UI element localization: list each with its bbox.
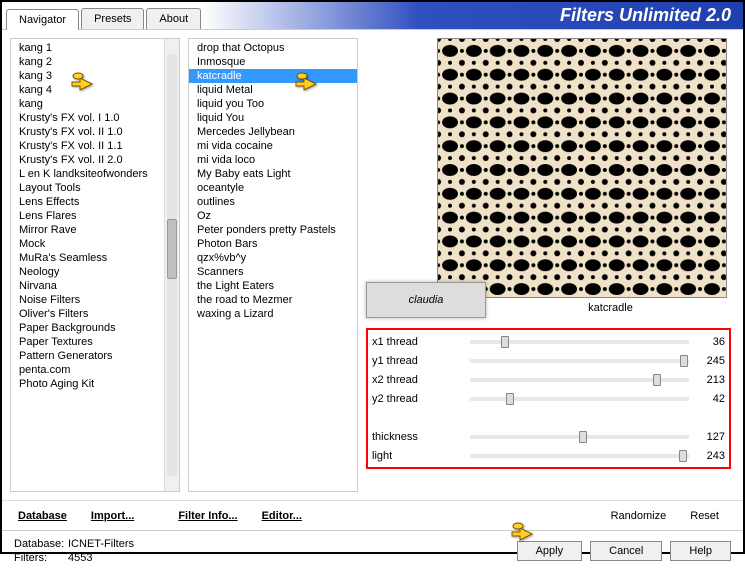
footer-info: Database:ICNET-Filters Filters:4553 bbox=[14, 537, 134, 565]
navigator-item[interactable]: Noise Filters bbox=[11, 293, 179, 307]
param-row: y2 thread 42 bbox=[372, 389, 725, 408]
navigator-item[interactable]: Nirvana bbox=[11, 279, 179, 293]
main-area: kang 1kang 2kang 3kang 4kangKrusty's FX … bbox=[2, 30, 743, 500]
filter-item[interactable]: Oz bbox=[189, 209, 357, 223]
param-label: thickness bbox=[372, 431, 462, 443]
param-value: 245 bbox=[697, 355, 725, 367]
filter-item[interactable]: My Baby eats Light bbox=[189, 167, 357, 181]
reset-link[interactable]: Reset bbox=[690, 510, 719, 522]
navigator-item[interactable]: Lens Flares bbox=[11, 209, 179, 223]
filter-item[interactable]: Peter ponders pretty Pastels bbox=[189, 223, 357, 237]
filter-item[interactable]: the road to Mezmer bbox=[189, 293, 357, 307]
navigator-item[interactable]: Krusty's FX vol. II 1.1 bbox=[11, 139, 179, 153]
current-filter-label: katcradle bbox=[486, 300, 735, 316]
navigator-item[interactable]: Paper Backgrounds bbox=[11, 321, 179, 335]
navigator-item[interactable]: Layout Tools bbox=[11, 181, 179, 195]
navigator-list[interactable]: kang 1kang 2kang 3kang 4kangKrusty's FX … bbox=[10, 38, 180, 492]
filter-item[interactable]: drop that Octopus bbox=[189, 41, 357, 55]
param-slider[interactable] bbox=[470, 378, 689, 382]
navigator-item[interactable]: Mock bbox=[11, 237, 179, 251]
filter-item[interactable]: waxing a Lizard bbox=[189, 307, 357, 321]
tab-presets[interactable]: Presets bbox=[81, 8, 144, 29]
param-slider[interactable] bbox=[470, 454, 689, 458]
navigator-item[interactable]: MuRa's Seamless bbox=[11, 251, 179, 265]
navigator-item[interactable]: L en K landksiteofwonders bbox=[11, 167, 179, 181]
filter-item[interactable]: the Light Eaters bbox=[189, 279, 357, 293]
navigator-item[interactable]: Pattern Generators bbox=[11, 349, 179, 363]
param-row: thickness 127 bbox=[372, 427, 725, 446]
filter-item[interactable]: Photon Bars bbox=[189, 237, 357, 251]
filter-item[interactable]: mi vida cocaine bbox=[189, 139, 357, 153]
param-row: light 243 bbox=[372, 446, 725, 465]
param-slider[interactable] bbox=[470, 397, 689, 401]
param-row: y1 thread 245 bbox=[372, 351, 725, 370]
navigator-item[interactable]: Krusty's FX vol. II 2.0 bbox=[11, 153, 179, 167]
filter-item[interactable]: liquid Metal bbox=[189, 83, 357, 97]
filter-item[interactable]: Inmosque bbox=[189, 55, 357, 69]
filter-item[interactable]: mi vida loco bbox=[189, 153, 357, 167]
param-slider[interactable] bbox=[470, 435, 689, 439]
filter-item[interactable]: katcradle bbox=[189, 69, 357, 83]
param-label: light bbox=[372, 450, 462, 462]
navigator-item[interactable]: Lens Effects bbox=[11, 195, 179, 209]
param-label: y1 thread bbox=[372, 355, 462, 367]
database-link[interactable]: Database bbox=[18, 510, 67, 522]
param-label: x2 thread bbox=[372, 374, 462, 386]
navigator-item[interactable]: penta.com bbox=[11, 363, 179, 377]
editor-link[interactable]: Editor... bbox=[262, 510, 302, 522]
filter-info-link[interactable]: Filter Info... bbox=[178, 510, 237, 522]
param-value: 36 bbox=[697, 336, 725, 348]
footer-buttons: Apply Cancel Help bbox=[517, 541, 731, 561]
param-label: y2 thread bbox=[372, 393, 462, 405]
navigator-item[interactable]: kang 4 bbox=[11, 83, 179, 97]
param-label: x1 thread bbox=[372, 336, 462, 348]
footer: Database:ICNET-Filters Filters:4553 Appl… bbox=[2, 530, 743, 570]
navigator-item[interactable]: Krusty's FX vol. I 1.0 bbox=[11, 111, 179, 125]
filter-list[interactable]: drop that OctopusInmosquekatcradleliquid… bbox=[188, 38, 358, 492]
filter-item[interactable]: qzx%vb^y bbox=[189, 251, 357, 265]
tab-strip: NavigatorPresetsAbout bbox=[2, 2, 203, 29]
navigator-item[interactable]: kang 3 bbox=[11, 69, 179, 83]
param-value: 243 bbox=[697, 450, 725, 462]
navigator-item[interactable]: Paper Textures bbox=[11, 335, 179, 349]
navigator-item[interactable]: Photo Aging Kit bbox=[11, 377, 179, 391]
param-value: 42 bbox=[697, 393, 725, 405]
title-band: Filters Unlimited 2.0 bbox=[203, 2, 743, 29]
filter-item[interactable]: liquid You bbox=[189, 111, 357, 125]
navigator-item[interactable]: kang 2 bbox=[11, 55, 179, 69]
filter-item[interactable]: Scanners bbox=[189, 265, 357, 279]
filter-item[interactable]: liquid you Too bbox=[189, 97, 357, 111]
help-button[interactable]: Help bbox=[670, 541, 731, 561]
apply-button[interactable]: Apply bbox=[517, 541, 583, 561]
scrollbar[interactable] bbox=[164, 39, 179, 491]
navigator-item[interactable]: kang bbox=[11, 97, 179, 111]
import-link[interactable]: Import... bbox=[91, 510, 134, 522]
param-row: x1 thread 36 bbox=[372, 332, 725, 351]
navigator-item[interactable]: kang 1 bbox=[11, 41, 179, 55]
param-value: 213 bbox=[697, 374, 725, 386]
navigator-item[interactable]: Oliver's Filters bbox=[11, 307, 179, 321]
filter-preview bbox=[437, 38, 727, 298]
filter-item[interactable]: Mercedes Jellybean bbox=[189, 125, 357, 139]
tab-about[interactable]: About bbox=[146, 8, 201, 29]
watermark-badge: claudia bbox=[366, 282, 486, 318]
param-slider[interactable] bbox=[470, 340, 689, 344]
navigator-item[interactable]: Krusty's FX vol. II 1.0 bbox=[11, 125, 179, 139]
parameter-block: x1 thread 36 y1 thread 245 x2 thread 213 y2 th… bbox=[366, 328, 731, 469]
header-bar: NavigatorPresetsAbout Filters Unlimited … bbox=[2, 2, 743, 30]
tab-navigator[interactable]: Navigator bbox=[6, 9, 79, 30]
param-slider[interactable] bbox=[470, 359, 689, 363]
filter-item[interactable]: oceantyle bbox=[189, 181, 357, 195]
preview-pattern bbox=[438, 39, 726, 297]
navigator-item[interactable]: Neology bbox=[11, 265, 179, 279]
navigator-item[interactable]: Mirror Rave bbox=[11, 223, 179, 237]
app-title: Filters Unlimited 2.0 bbox=[560, 5, 731, 26]
param-row: x2 thread 213 bbox=[372, 370, 725, 389]
param-value: 127 bbox=[697, 431, 725, 443]
randomize-link[interactable]: Randomize bbox=[611, 510, 667, 522]
filter-item[interactable]: outlines bbox=[189, 195, 357, 209]
bottom-link-bar: Database Import... Filter Info... Editor… bbox=[2, 500, 743, 530]
cancel-button[interactable]: Cancel bbox=[590, 541, 662, 561]
right-column: claudia katcradle x1 thread 36 y1 thread 24… bbox=[366, 38, 735, 492]
